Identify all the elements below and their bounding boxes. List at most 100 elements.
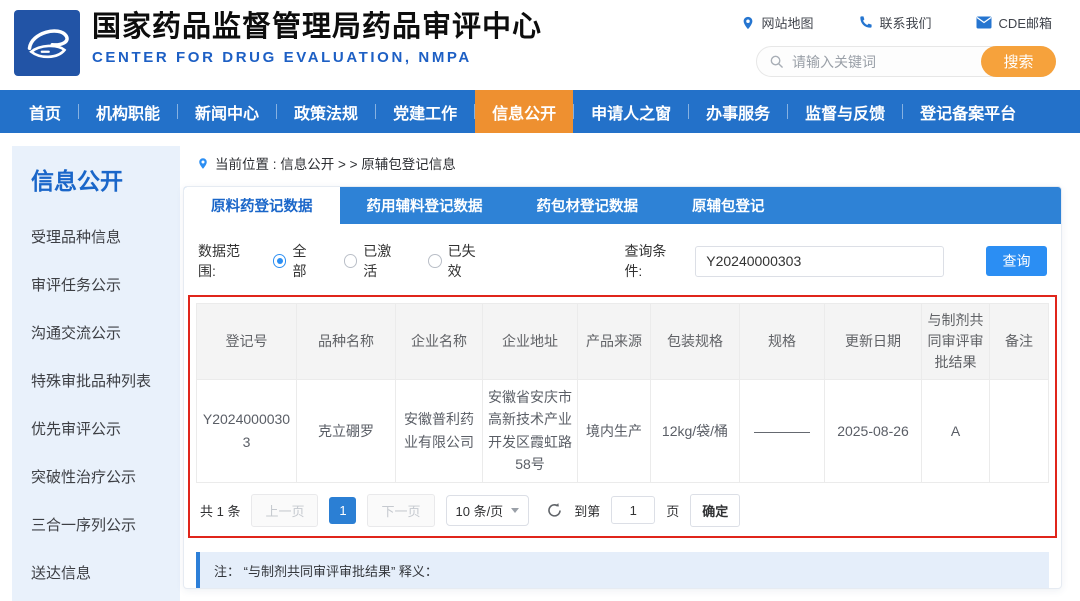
- cell-update-date: 2025-08-26: [824, 379, 922, 483]
- cell-product-name: 克立硼罗: [296, 379, 396, 483]
- cell-remarks: [989, 379, 1049, 483]
- registration-table: 登记号 品种名称 企业名称 企业地址 产品来源 包装规格 规格 更新日期 与制剂…: [196, 303, 1049, 483]
- col-company-name: 企业名称: [395, 303, 483, 380]
- sitemap-link[interactable]: 网站地图: [741, 13, 814, 32]
- goto-page-input[interactable]: [611, 496, 656, 525]
- radio-all[interactable]: 全部: [272, 241, 320, 281]
- mail-icon: [976, 16, 992, 29]
- pagination: 共 1 条 上一页 1 下一页 10 条/页 到第 页 确定: [196, 492, 1049, 529]
- tab-raw-aux-pack-registration[interactable]: 原辅包登记: [665, 187, 792, 224]
- nav-item-supervision[interactable]: 监督与反馈: [788, 90, 902, 133]
- goto-page-unit: 页: [666, 503, 680, 519]
- tab-packaging-registration-data[interactable]: 药包材登记数据: [510, 187, 666, 224]
- page-size-value: 10 条/页: [455, 503, 504, 519]
- sidebar-item-delivery-info[interactable]: 送达信息: [31, 562, 170, 583]
- col-registration-no: 登记号: [196, 303, 297, 380]
- cell-joint-review-result: A: [921, 379, 990, 483]
- search-bar: 搜索: [756, 46, 1056, 77]
- nav-item-policy[interactable]: 政策法规: [277, 90, 375, 133]
- search-button[interactable]: 搜索: [981, 46, 1056, 77]
- nav-item-party[interactable]: 党建工作: [376, 90, 474, 133]
- nav-item-services[interactable]: 办事服务: [689, 90, 787, 133]
- highlight-box: 登记号 品种名称 企业名称 企业地址 产品来源 包装规格 规格 更新日期 与制剂…: [188, 295, 1057, 538]
- col-remarks: 备注: [989, 303, 1049, 380]
- radio-activated-label: 已激活: [363, 243, 392, 279]
- sidebar-item-review-tasks[interactable]: 审评任务公示: [31, 274, 170, 295]
- data-scope-label: 数据范围:: [198, 243, 240, 279]
- cell-packaging-spec: 12kg/袋/桶: [650, 379, 740, 483]
- contact-label: 联系我们: [879, 16, 932, 31]
- radio-expired[interactable]: 已失效: [428, 241, 488, 281]
- current-page-button[interactable]: 1: [329, 496, 357, 524]
- sidebar-item-communication[interactable]: 沟通交流公示: [31, 322, 170, 343]
- cell-product-source: 境内生产: [577, 379, 651, 483]
- pagination-total: 共 1 条: [200, 503, 241, 519]
- table-row: Y20240000303 克立硼罗 安徽普利药业有限公司 安徽省安庆市高新技术产…: [196, 379, 1049, 483]
- cde-mail-link[interactable]: CDE邮箱: [976, 13, 1052, 32]
- site-title: 国家药品监督管理局药品审评中心: [92, 11, 543, 43]
- note-meaning-header: 代表含义: [280, 584, 332, 589]
- col-product-source: 产品来源: [577, 303, 651, 380]
- cell-registration-no: Y20240000303: [196, 379, 297, 483]
- note-header-row: 符号 代表含义: [214, 584, 1035, 589]
- site-title-block: 国家药品监督管理局药品审评中心 CENTER FOR DRUG EVALUATI…: [92, 11, 542, 66]
- col-company-address: 企业地址: [482, 303, 578, 380]
- confirm-button[interactable]: 确定: [690, 493, 741, 527]
- tab-excipient-registration-data[interactable]: 药用辅料登记数据: [340, 187, 510, 224]
- site-header: 国家药品监督管理局药品审评中心 CENTER FOR DRUG EVALUATI…: [0, 0, 1080, 90]
- sidebar-item-three-in-one[interactable]: 三合一序列公示: [31, 514, 170, 535]
- refresh-icon[interactable]: [546, 502, 563, 519]
- sidebar-title: 信息公开: [31, 168, 123, 194]
- radio-all-label: 全部: [292, 243, 307, 279]
- sidebar-item-accepted-products[interactable]: 受理品种信息: [31, 226, 170, 247]
- next-page-button[interactable]: 下一页: [367, 493, 435, 527]
- goto-page-label: 到第: [574, 503, 601, 519]
- nav-item-home[interactable]: 首页: [12, 90, 78, 133]
- breadcrumb-text: 当前位置 : 信息公开 > > 原辅包登记信息: [215, 157, 456, 172]
- nav-item-applicant-window[interactable]: 申请人之窗: [574, 90, 688, 133]
- note-panel: 注： “与制剂共同审评审批结果” 释义： 符号 代表含义 A 已批准在上市制剂使…: [196, 551, 1049, 589]
- page-size-select[interactable]: 10 条/页: [445, 494, 530, 526]
- radio-all-icon[interactable]: [272, 254, 287, 268]
- cell-company-name: 安徽普利药业有限公司: [395, 379, 483, 483]
- query-condition-input[interactable]: [695, 245, 945, 277]
- content-card: 原料药登记数据 药用辅料登记数据 药包材登记数据 原辅包登记 数据范围: 全部 …: [183, 186, 1062, 589]
- quick-links: 网站地图 联系我们 CDE邮箱: [741, 13, 1052, 32]
- radio-activated[interactable]: 已激活: [343, 241, 404, 281]
- tab-api-registration-data[interactable]: 原料药登记数据: [184, 187, 340, 224]
- radio-expired-icon[interactable]: [428, 254, 442, 268]
- nav-item-registration-platform[interactable]: 登记备案平台: [903, 90, 1033, 133]
- page: 国家药品监督管理局药品审评中心 CENTER FOR DRUG EVALUATI…: [0, 0, 1080, 601]
- note-line1: 注： “与制剂共同审评审批结果” 释义：: [214, 563, 438, 579]
- sidebar-item-special-approval-list[interactable]: 特殊审批品种列表: [31, 370, 170, 391]
- breadcrumb-pin-icon: [199, 157, 207, 169]
- cell-company-address: 安徽省安庆市高新技术产业开发区霞虹路58号: [482, 379, 578, 483]
- sidebar-item-breakthrough-therapy[interactable]: 突破性治疗公示: [31, 466, 170, 487]
- chevron-down-icon: [511, 507, 520, 513]
- site-subtitle: CENTER FOR DRUG EVALUATION, NMPA: [92, 49, 472, 67]
- radio-expired-label: 已失效: [447, 243, 476, 279]
- sidebar: 信息公开 受理品种信息 审评任务公示 沟通交流公示 特殊审批品种列表 优先审评公…: [12, 146, 180, 601]
- cde-logo-icon: [27, 29, 69, 59]
- cell-spec: ————: [739, 379, 825, 483]
- col-update-date: 更新日期: [824, 303, 922, 380]
- main-nav: 首页 机构职能 新闻中心 政策法规 党建工作 信息公开 申请人之窗 办事服务 监…: [0, 90, 1080, 133]
- nav-item-functions[interactable]: 机构职能: [79, 90, 177, 133]
- query-button[interactable]: 查询: [986, 246, 1047, 276]
- nav-item-info-disclosure[interactable]: 信息公开: [475, 90, 574, 133]
- note-symbol-header: 符号: [236, 584, 266, 589]
- search-input[interactable]: [784, 47, 981, 76]
- data-scope-radio-group: 全部 已激活 已失效: [272, 241, 513, 281]
- col-joint-review-result: 与制剂共同审评审批结果: [921, 303, 990, 380]
- sidebar-item-priority-review[interactable]: 优先审评公示: [31, 418, 170, 439]
- col-product-name: 品种名称: [296, 303, 396, 380]
- prev-page-button[interactable]: 上一页: [251, 493, 319, 527]
- nav-item-news[interactable]: 新闻中心: [178, 90, 276, 133]
- radio-activated-icon[interactable]: [343, 254, 358, 268]
- breadcrumb: 当前位置 : 信息公开 > > 原辅包登记信息: [197, 153, 456, 173]
- filter-row: 数据范围: 全部 已激活 已失效 查询条件: 查询: [198, 241, 1047, 281]
- contact-link[interactable]: 联系我们: [858, 13, 932, 32]
- phone-icon: [859, 16, 872, 28]
- location-pin-icon: [743, 16, 752, 29]
- col-packaging-spec: 包装规格: [650, 303, 740, 380]
